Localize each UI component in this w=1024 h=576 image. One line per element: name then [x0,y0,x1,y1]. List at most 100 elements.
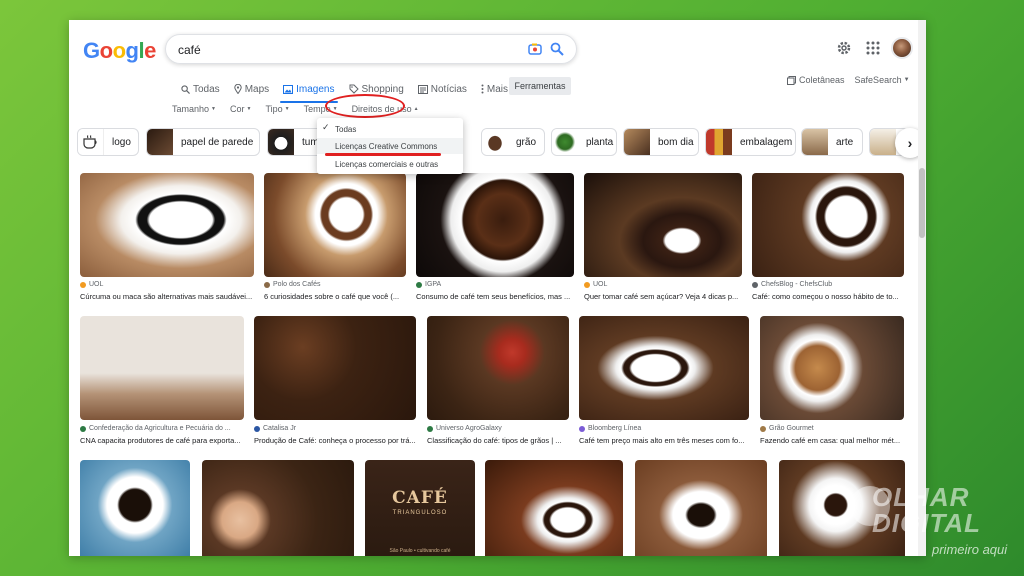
result-image[interactable] [485,460,623,556]
chip-bom-dia[interactable]: bom dia [623,128,699,156]
result-source: IGPA [416,281,441,288]
result-source: UOL [80,281,103,288]
result-image[interactable] [264,173,406,277]
site-favicon-icon [427,425,433,432]
result-image[interactable] [427,316,569,420]
site-favicon-icon [80,425,86,432]
search-box[interactable]: café [165,34,577,64]
result-title[interactable]: 6 curiosidades sobre o café que você (..… [264,292,406,301]
tab-maps[interactable]: Maps [227,80,276,98]
tab-todas[interactable]: Todas [174,80,227,98]
chevron-right-icon: › [907,135,913,151]
chip-embalagem[interactable]: embalagem [705,128,796,156]
search-icon [181,84,190,94]
result-title[interactable]: Classificação do café: tipos de grãos | … [427,436,569,445]
camera-search-icon[interactable] [528,43,542,55]
gear-icon[interactable] [836,40,852,56]
result-image[interactable] [752,173,904,277]
result-title[interactable]: CNA capacita produtores de café para exp… [80,436,244,445]
coffee-cup-icon [82,135,97,149]
result-title[interactable]: Café tem preço mais alto em três meses c… [579,436,749,445]
tab-imagens[interactable]: Imagens [276,80,341,103]
chip-thumbnail [870,129,896,155]
site-favicon-icon [584,281,590,288]
safesearch-menu[interactable]: SafeSearch ▼ [855,75,910,85]
google-logo[interactable]: Google [83,38,156,64]
result-image[interactable] [416,173,574,277]
result-image[interactable] [80,173,254,277]
site-favicon-icon [80,281,86,288]
browser-window: Google café Todas Maps Imagens Shopping … [69,20,926,556]
result-title[interactable]: Produção de Café: conheça o processo por… [254,436,416,445]
chip-thumbnail [624,129,650,155]
result-image[interactable] [80,460,190,556]
result-source: Polo dos Cafés [264,281,320,288]
site-favicon-icon [264,281,270,288]
result-source: Universo AgroGalaxy [427,425,502,432]
chip-logo[interactable]: logo [77,128,139,156]
annotation-red-underline [325,153,441,156]
result-title[interactable]: Quer tomar café sem açúcar? Veja 4 dicas… [584,292,742,301]
site-favicon-icon [254,425,260,432]
collections-icon [787,75,796,85]
result-title[interactable]: Fazendo café em casa: qual melhor mét... [760,436,904,445]
result-image[interactable] [635,460,767,556]
site-favicon-icon [579,425,585,432]
chip-thumbnail [482,129,508,155]
chip-thumbnail [706,129,732,155]
chip-thumbnail [268,129,294,155]
chip-grao[interactable]: grão [481,128,545,156]
chip-thumbnail [552,129,578,155]
account-avatar[interactable] [891,37,913,59]
result-image[interactable] [202,460,354,556]
site-favicon-icon [416,281,422,288]
chip-thumbnail [78,129,104,155]
result-source: Catalisa Jr [254,425,296,432]
scrollbar[interactable] [918,20,926,556]
chip-arte[interactable]: arte [801,128,863,156]
caret-up-icon: ▲ [413,106,419,112]
menu-item-creative-commons[interactable]: Licenças Creative Commons [317,138,463,154]
filter-tipo[interactable]: Tipo ▼ [258,102,296,116]
result-image[interactable] [760,316,904,420]
result-title[interactable]: Cúrcuma ou maca são alternativas mais sa… [80,292,254,301]
filter-cor[interactable]: Cor ▼ [223,102,258,116]
result-image[interactable] [80,316,244,420]
result-image[interactable] [779,460,905,556]
caret-down-icon: ▼ [284,106,290,112]
chip-papel-de-parede[interactable]: papel de parede [146,128,260,156]
collections-link[interactable]: Coletâneas [787,75,845,85]
filter-tamanho[interactable]: Tamanho ▼ [165,102,223,116]
annotation-red-circle [325,94,405,118]
result-source: Confederação da Agricultura e Pecuária d… [80,425,231,432]
tab-noticias[interactable]: Notícias [411,80,474,98]
related-chips: logo papel de parede tumbl grão planta b… [77,128,917,158]
site-favicon-icon [760,425,766,432]
result-image[interactable] [254,316,416,420]
result-source: Grão Gourmet [760,425,814,432]
result-title[interactable]: Consumo de café tem seus benefícios, mas… [416,292,574,301]
scrollbar-thumb[interactable] [919,168,925,238]
check-icon: ✓ [322,122,330,132]
caret-down-icon: ▼ [903,77,910,83]
caret-down-icon: ▼ [246,106,252,112]
right-links: Coletâneas SafeSearch ▼ [787,75,910,85]
usage-rights-menu: ✓ Todas Licenças Creative Commons Licenç… [317,118,463,174]
search-icon[interactable] [550,42,564,56]
caret-down-icon: ▼ [211,106,216,112]
chip-planta[interactable]: planta [551,128,617,156]
cafe-logo-art: CAFÉ TRIANGULOSO São Paulo • cultivando … [389,488,451,554]
map-pin-icon [233,84,242,94]
chip-thumbnail [802,129,828,155]
menu-item-licencas-comerciais[interactable]: Licenças comerciais e outras [317,156,463,172]
chip-thumbnail [147,129,173,155]
result-image[interactable]: CAFÉ TRIANGULOSO São Paulo • cultivando … [365,460,475,556]
search-input[interactable]: café [178,43,201,57]
tools-button[interactable]: Ferramentas [509,77,571,95]
menu-item-todas[interactable]: ✓ Todas [317,121,463,137]
result-image[interactable] [584,173,742,277]
apps-grid-icon[interactable] [865,40,881,56]
result-image[interactable] [579,316,749,420]
result-title[interactable]: Café: como começou o nosso hábito de to.… [752,292,904,301]
result-source: ChefsBlog - ChefsClub [752,281,832,288]
